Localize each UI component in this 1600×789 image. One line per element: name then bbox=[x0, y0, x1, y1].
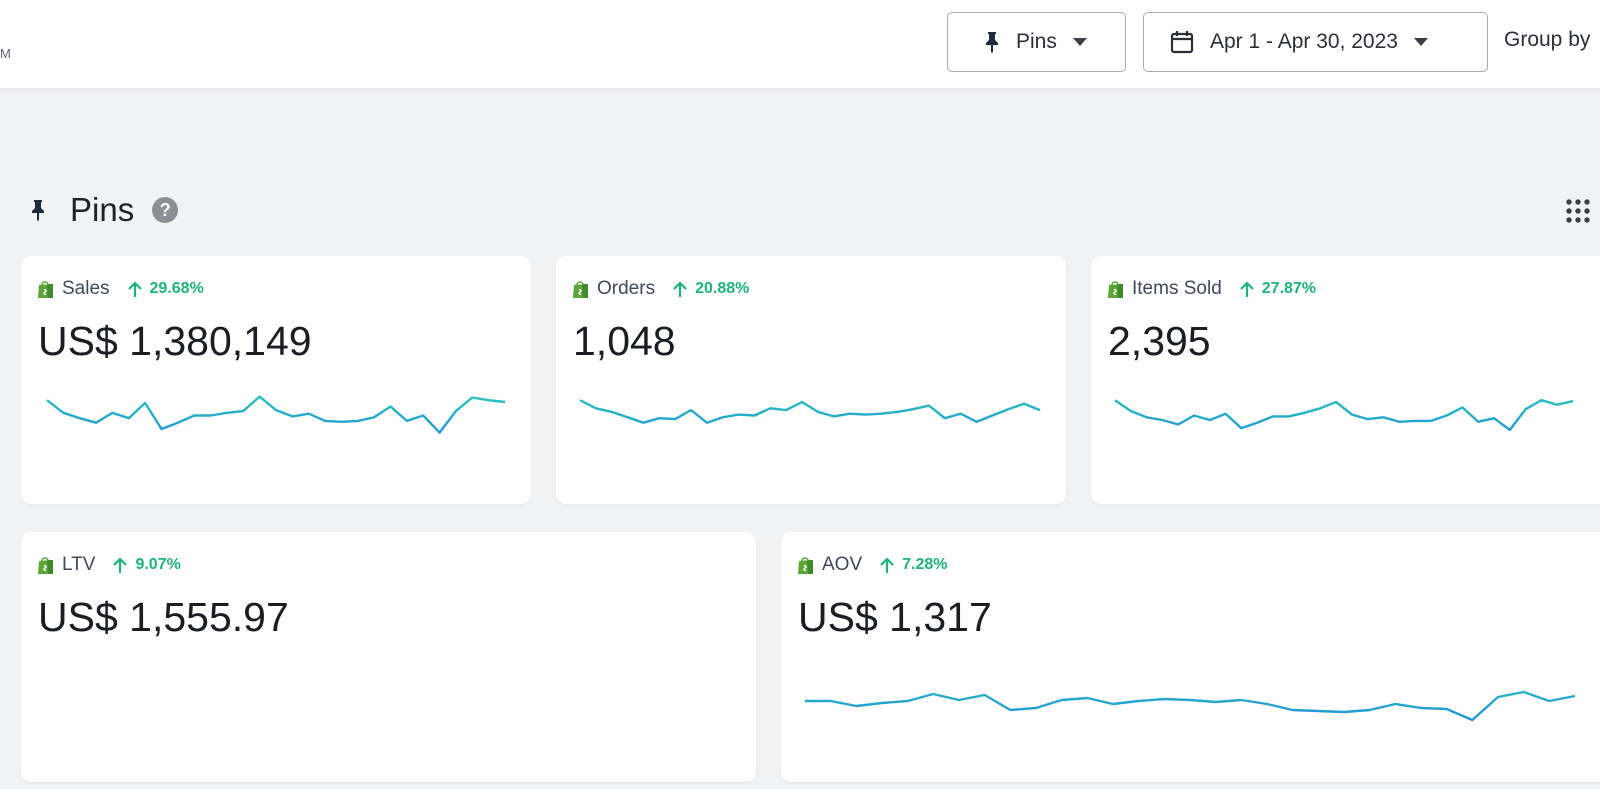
pin-icon bbox=[986, 32, 998, 53]
sparkline-series bbox=[805, 690, 1576, 722]
sparkline-chart bbox=[46, 395, 506, 434]
shopify-bag-icon bbox=[38, 556, 53, 574]
date-range-label: Apr 1 - Apr 30, 2023 bbox=[1210, 30, 1398, 53]
metric-card-ltv[interactable]: LTV 9.07% US$ 1,555.97 bbox=[21, 532, 756, 782]
metric-value: US$ 1,555.97 bbox=[38, 594, 289, 640]
metric-label: LTV bbox=[62, 554, 96, 575]
sparkline-series bbox=[46, 395, 506, 434]
chevron-down-icon bbox=[1413, 38, 1428, 46]
sparkline-series bbox=[1114, 399, 1574, 432]
grid-icon[interactable] bbox=[1565, 198, 1591, 224]
calendar-icon bbox=[1170, 31, 1194, 54]
date-range-picker[interactable]: Apr 1 - Apr 30, 2023 bbox=[1143, 12, 1488, 72]
metric-card-aov[interactable]: AOV 7.28% US$ 1,317 bbox=[781, 532, 1600, 782]
group-by-label[interactable]: Group by bbox=[1504, 28, 1590, 52]
chevron-down-icon bbox=[1072, 38, 1087, 46]
pins-dropdown-button[interactable]: Pins bbox=[947, 12, 1126, 72]
truncated-title: M bbox=[0, 46, 12, 61]
section-header: Pins ? bbox=[30, 188, 179, 232]
change-value: 9.07% bbox=[135, 556, 181, 573]
top-toolbar: M Pins Apr 1 - Apr 30, 2023 Group by bbox=[0, 0, 1600, 89]
arrow-up-icon bbox=[113, 556, 128, 573]
metric-card-orders[interactable]: Orders 20.88% 1,048 bbox=[556, 256, 1066, 504]
pin-icon bbox=[32, 200, 44, 221]
section-title: Pins bbox=[70, 191, 135, 228]
pins-dropdown-label: Pins bbox=[1016, 30, 1057, 53]
metric-card-sales[interactable]: Sales 29.68% US$ 1,380,149 bbox=[21, 256, 531, 504]
metric-card-items-sold[interactable]: Items Sold 27.87% 2,395 bbox=[1091, 256, 1600, 504]
change-badge: 9.07% bbox=[113, 556, 181, 574]
help-icon[interactable]: ? bbox=[152, 197, 179, 223]
sparkline-chart bbox=[579, 399, 1041, 424]
sparkline-chart bbox=[1114, 399, 1574, 432]
sparkline-series bbox=[579, 399, 1041, 424]
card-header: LTV 9.07% bbox=[37, 554, 181, 576]
sparkline-chart bbox=[805, 690, 1576, 722]
